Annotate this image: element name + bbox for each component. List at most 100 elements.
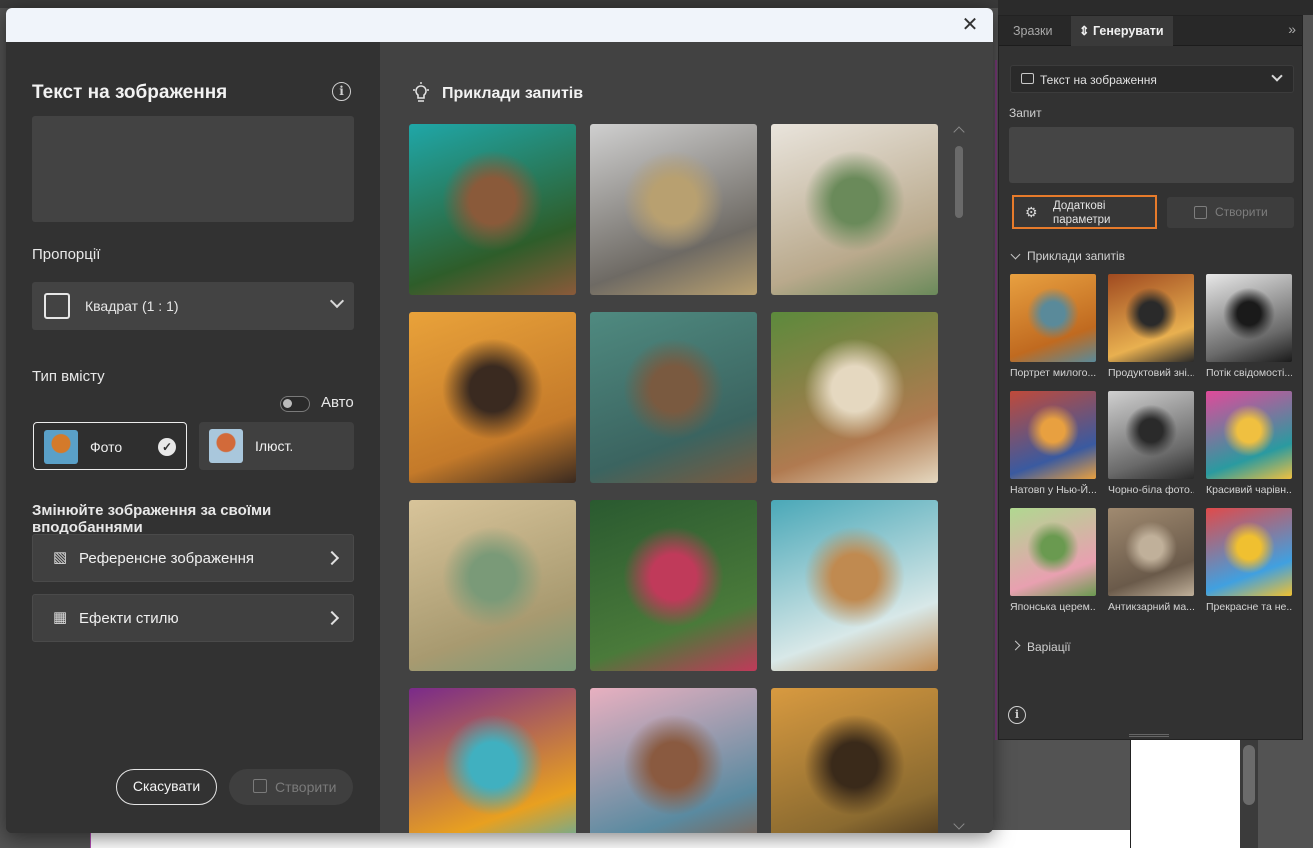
sample-image-aerial-island-house[interactable] xyxy=(409,124,576,295)
dialog-settings-pane: Текст на зображення i Пропорції Квадрат … xyxy=(6,42,380,833)
sample-prompts-title: Приклади запитів xyxy=(442,85,584,102)
example-label: Антикзарний ма... xyxy=(1108,601,1194,613)
create-icon xyxy=(253,779,267,793)
example-label: Натовп у Нью-Й... xyxy=(1010,484,1096,496)
sample-image-grid xyxy=(409,124,939,833)
example-card[interactable]: Чорно-біла фото... xyxy=(1108,391,1194,496)
close-icon[interactable]: ✕ xyxy=(959,14,981,36)
square-ratio-icon xyxy=(44,293,70,319)
scroll-down-icon[interactable] xyxy=(953,818,965,830)
example-card[interactable]: Продуктовий зні... xyxy=(1108,274,1194,379)
example-card[interactable]: Портрет милого... xyxy=(1010,274,1096,379)
panel-create-button[interactable]: Створити xyxy=(1167,197,1294,228)
example-card[interactable]: Антикзарний ма... xyxy=(1108,508,1194,613)
document-page-right xyxy=(1130,740,1240,848)
advanced-options-button[interactable]: ⚙ Додаткові параметри xyxy=(1012,195,1157,229)
sample-image-giraffe-with-sunglasses[interactable] xyxy=(409,312,576,483)
aspect-ratio-dropdown[interactable]: Квадрат (1 : 1) xyxy=(32,282,354,330)
panel-top-bar xyxy=(998,0,1313,15)
aspect-ratio-value: Квадрат (1 : 1) xyxy=(85,298,179,314)
example-label: Прекрасне та не... xyxy=(1206,601,1292,613)
style-effects-row[interactable]: ▦ Ефекти стилю xyxy=(32,594,354,642)
example-label: Портрет милого... xyxy=(1010,367,1096,379)
reference-image-row[interactable]: ▧ Референсне зображення xyxy=(32,534,354,582)
chevron-down-icon xyxy=(1010,249,1021,260)
example-label: Чорно-біла фото... xyxy=(1108,484,1194,496)
example-thumbnail xyxy=(1206,391,1292,479)
page-edge-guide xyxy=(995,60,997,740)
cancel-button[interactable]: Скасувати xyxy=(116,769,217,805)
style-effects-label: Ефекти стилю xyxy=(79,610,179,627)
gear-icon: ⚙ xyxy=(1025,204,1038,220)
prompt-label: Запит xyxy=(1009,106,1042,120)
example-card[interactable]: Красивий чарівн... xyxy=(1206,391,1292,496)
example-card[interactable]: Японська церем... xyxy=(1010,508,1096,613)
chevron-right-icon xyxy=(324,610,340,626)
create-button-label: Створити xyxy=(275,779,337,795)
content-type-photo-label: Фото xyxy=(90,439,123,455)
chevron-right-icon xyxy=(1010,640,1021,651)
variations-section-label: Варіації xyxy=(1027,640,1071,654)
sample-image-underwater-ship[interactable] xyxy=(590,312,757,483)
examples-section-label: Приклади запитів xyxy=(1027,249,1126,263)
content-type-illustration-label: Ілюст. xyxy=(255,438,294,454)
mode-dropdown[interactable]: Текст на зображення xyxy=(1010,65,1294,93)
example-thumbnail xyxy=(1010,508,1096,596)
auto-toggle[interactable] xyxy=(280,396,310,412)
example-card[interactable]: Натовп у Нью-Й... xyxy=(1010,391,1096,496)
dialog-titlebar: ✕ xyxy=(6,8,993,42)
aspect-ratio-label: Пропорції xyxy=(32,246,101,263)
example-label: Японська церем... xyxy=(1010,601,1096,613)
example-thumbnail xyxy=(1010,274,1096,362)
tab-generate-label: Генерувати xyxy=(1092,24,1164,38)
toggle-knob xyxy=(283,399,292,408)
tab-generate[interactable]: ⇕ Генерувати xyxy=(1071,16,1173,46)
sample-image-cheetah-savanna[interactable] xyxy=(771,688,938,833)
sample-image-coffee-cup-lake[interactable] xyxy=(771,500,938,671)
info-icon[interactable]: i xyxy=(332,82,351,101)
example-label: Потік свідомості... xyxy=(1206,367,1292,379)
photo-balloon-thumbnail xyxy=(44,430,78,464)
sample-image-jungle-patio[interactable] xyxy=(771,312,938,483)
sample-image-woman-portrait-pop[interactable] xyxy=(409,688,576,833)
prompt-input[interactable] xyxy=(1009,127,1294,183)
example-thumbnail xyxy=(1010,391,1096,479)
canvas-scrollbar-thumb[interactable] xyxy=(1243,745,1255,805)
example-card[interactable]: Потік свідомості... xyxy=(1206,274,1292,379)
content-type-photo-button[interactable]: Фото ✓ xyxy=(33,422,187,470)
illustration-balloon-thumbnail xyxy=(209,429,243,463)
tab-samples[interactable]: Зразки xyxy=(1005,16,1061,46)
image-reference-icon: ▧ xyxy=(53,549,68,566)
customize-heading: Змінюйте зображення за своїми вподобання… xyxy=(32,502,272,536)
content-type-label: Тип вмісту xyxy=(32,368,105,385)
panel-resize-handle[interactable] xyxy=(1129,734,1169,737)
example-thumbnail xyxy=(1206,508,1292,596)
lightbulb-icon xyxy=(413,82,429,102)
panel-create-label: Створити xyxy=(1215,205,1268,219)
sample-grid-scroll-thumb[interactable] xyxy=(955,146,963,218)
prompt-textarea[interactable] xyxy=(32,116,354,222)
panel-tabs: Зразки ⇕ Генерувати » xyxy=(999,16,1302,46)
info-icon[interactable]: i xyxy=(1008,706,1026,724)
example-thumbnail xyxy=(1108,508,1194,596)
sample-image-jungle-statue[interactable] xyxy=(590,500,757,671)
example-card[interactable]: Прекрасне та не... xyxy=(1206,508,1292,613)
style-effects-icon: ▦ xyxy=(53,609,68,626)
sample-image-teapot-and-bottle[interactable] xyxy=(409,500,576,671)
scroll-up-icon[interactable] xyxy=(953,126,965,138)
auto-label: Авто xyxy=(321,394,354,411)
variations-section-toggle[interactable]: Варіації xyxy=(1010,640,1071,654)
sample-image-modern-living-room[interactable] xyxy=(771,124,938,295)
sample-image-blossom-river[interactable] xyxy=(590,688,757,833)
example-label: Продуктовий зні... xyxy=(1108,367,1194,379)
content-type-illustration-button[interactable]: Ілюст. xyxy=(199,422,354,470)
example-thumbnail xyxy=(1108,274,1194,362)
chevron-down-icon xyxy=(329,293,345,309)
chevron-right-icon xyxy=(324,550,340,566)
create-button[interactable]: Створити xyxy=(229,769,353,805)
text-to-image-dialog: ✕ Текст на зображення i Пропорції Квадра… xyxy=(6,8,993,833)
sample-image-bulldog-with-crown[interactable] xyxy=(590,124,757,295)
examples-section-toggle[interactable]: Приклади запитів xyxy=(1010,249,1126,263)
generate-panel: Зразки ⇕ Генерувати » Текст на зображенн… xyxy=(998,15,1303,740)
collapse-panel-icon[interactable]: » xyxy=(1288,21,1296,37)
